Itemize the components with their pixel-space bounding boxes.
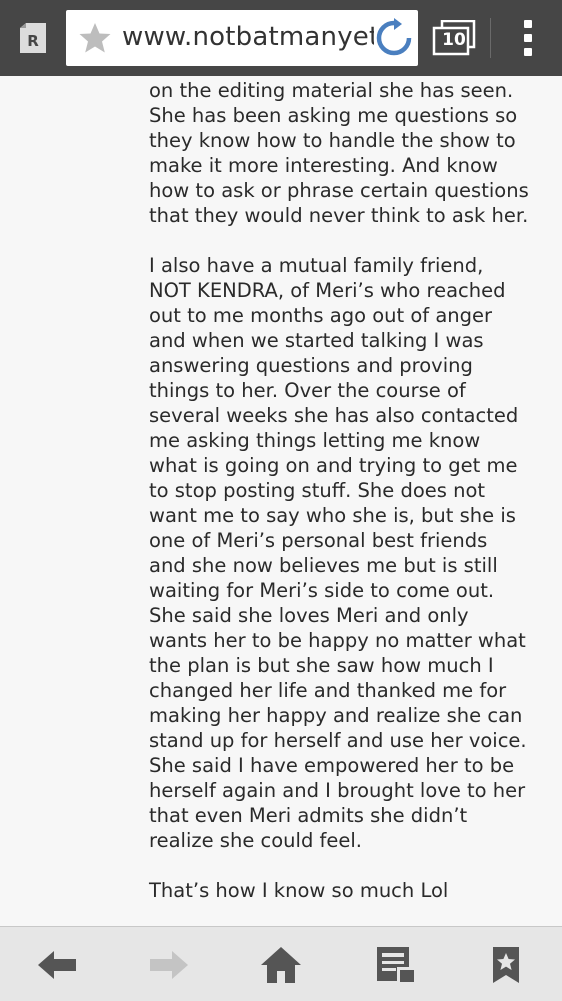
article-paragraph: on the editing material she has seen. Sh…: [149, 79, 529, 227]
menu-dot-icon: [524, 34, 532, 42]
menu-dot-icon: [524, 48, 532, 56]
toolbar-divider: [490, 18, 491, 58]
reading-list-icon: [377, 947, 415, 983]
browser-toolbar: R www.notbatmanyet 10: [0, 0, 562, 76]
article-paragraph: That’s how I know so much Lol: [149, 879, 449, 902]
reload-icon[interactable]: [374, 18, 414, 58]
reader-mode-icon: R: [20, 23, 46, 53]
back-arrow-icon: [38, 951, 76, 979]
forward-arrow-icon: [150, 951, 188, 979]
article-body: on the editing material she has seen. Sh…: [149, 78, 529, 928]
reader-mode-label: R: [27, 32, 39, 50]
home-button[interactable]: [259, 945, 303, 985]
back-button[interactable]: [36, 945, 80, 985]
url-text[interactable]: www.notbatmanyet: [122, 22, 379, 52]
article-paragraph: I also have a mutual family friend, NOT …: [149, 254, 527, 852]
star-icon[interactable]: [78, 21, 112, 55]
forward-button[interactable]: [146, 945, 190, 985]
address-bar[interactable]: www.notbatmanyet: [66, 10, 418, 66]
reader-mode-button[interactable]: R: [18, 22, 48, 54]
overflow-menu-button[interactable]: [516, 18, 540, 58]
bookmarks-button[interactable]: [484, 945, 528, 985]
bottom-navigation-bar: [0, 926, 562, 1001]
tab-count: 10: [442, 30, 466, 50]
tabs-button[interactable]: 10: [432, 20, 476, 56]
menu-dot-icon: [524, 20, 532, 28]
bookmark-icon: [493, 947, 519, 983]
home-icon: [261, 947, 301, 983]
reading-list-button[interactable]: [373, 945, 417, 985]
